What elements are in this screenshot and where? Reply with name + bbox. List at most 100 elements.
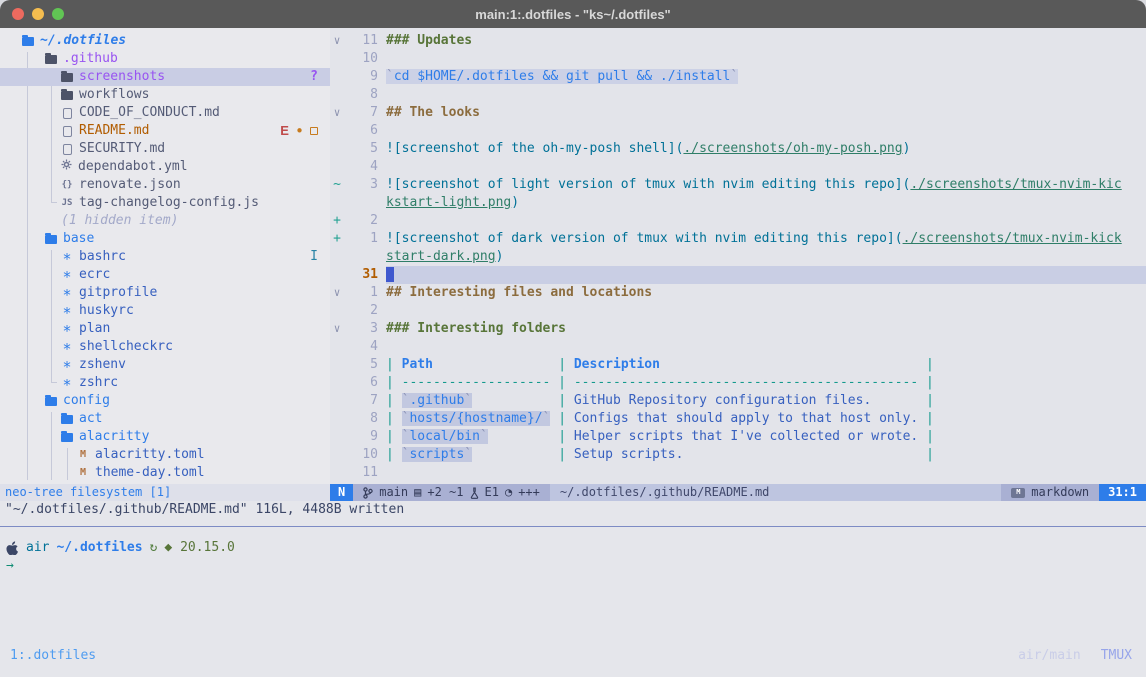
neotree-sidebar: ~/.dotfiles.githubscreenshots?workflowsC…	[0, 28, 330, 484]
tree-item-tag-changelog-config-js[interactable]: JStag-changelog-config.js	[0, 194, 330, 212]
tree-item-dependabot-yml[interactable]: dependabot.yml	[0, 158, 330, 176]
tree-item-label: alacritty.toml	[95, 446, 205, 464]
editor-line[interactable]: 31	[330, 266, 1146, 284]
tree-item-bashrc[interactable]: *bashrcI	[0, 248, 330, 266]
tree-item-config[interactable]: config	[0, 392, 330, 410]
tree-item-huskyrc[interactable]: *huskyrc	[0, 302, 330, 320]
editor-line[interactable]: 9| `local/bin` | Helper scripts that I'v…	[330, 428, 1146, 446]
folder-icon	[22, 37, 34, 46]
minimize-button[interactable]	[32, 8, 44, 20]
zoom-button[interactable]	[52, 8, 64, 20]
tmux-window-tab[interactable]: 1:.dotfiles	[10, 647, 96, 665]
gutter-fold-column	[330, 392, 344, 410]
tree-item-label: renovate.json	[79, 176, 181, 194]
gutter-fold-column	[330, 50, 344, 68]
node-version: 20.15.0	[180, 540, 235, 555]
clock-icon: ◔	[505, 484, 512, 501]
tree-item-gitprofile[interactable]: *gitprofile	[0, 284, 330, 302]
editor-line[interactable]: 8	[330, 86, 1146, 104]
tree-item-screenshots[interactable]: screenshots?	[0, 68, 330, 86]
editor-line[interactable]: ∨1## Interesting files and locations	[330, 284, 1146, 302]
close-button[interactable]	[12, 8, 24, 20]
tree-item-shellcheckrc[interactable]: *shellcheckrc	[0, 338, 330, 356]
tree-item-zshrc[interactable]: *zshrc	[0, 374, 330, 392]
fold-chevron-icon[interactable]: ∨	[330, 320, 344, 338]
tree-item--dotfiles[interactable]: ~/.dotfiles	[0, 32, 330, 50]
editor-line-text: | `hosts/{hostname}/` | Configs that sho…	[386, 410, 1146, 428]
fold-chevron-icon[interactable]: ∨	[330, 104, 344, 122]
editor-line[interactable]: 10| `scripts` | Setup scripts. |	[330, 446, 1146, 464]
tree-item--1-hidden-item-[interactable]: (1 hidden item)	[0, 212, 330, 230]
editor-line[interactable]: 8| `hosts/{hostname}/` | Configs that sh…	[330, 410, 1146, 428]
shell-pane[interactable]: air ~/.dotfiles ↻ ◆ 20.15.0 →	[0, 519, 1146, 640]
prompt-arrow[interactable]: →	[6, 557, 1146, 575]
tree-item-plan[interactable]: * plan	[0, 320, 330, 338]
tree-item-renovate-json[interactable]: {}renovate.json	[0, 176, 330, 194]
tree-item--github[interactable]: .github	[0, 50, 330, 68]
editor-line-text	[386, 464, 1146, 482]
editor-line-text: start-dark.png)	[386, 248, 1146, 266]
editor-line[interactable]: 9`cd $HOME/.dotfiles && git pull && ./in…	[330, 68, 1146, 86]
editor-line[interactable]: ∨7## The looks	[330, 104, 1146, 122]
tree-item-theme-day-toml[interactable]: Mtheme-day.toml	[0, 464, 330, 482]
text-segment: | ------------------- | ----------------…	[386, 375, 934, 390]
text-segment: |	[386, 447, 402, 462]
git-status-badge-dot: •	[295, 122, 304, 140]
tree-item-readme-md[interactable]: README.mdE•	[0, 122, 330, 140]
text-segment: local/bin	[409, 429, 479, 444]
text-segment	[488, 429, 551, 444]
text-segment	[472, 393, 550, 408]
tree-item-ecrc[interactable]: *ecrc	[0, 266, 330, 284]
line-number: 7	[344, 392, 378, 410]
editor-line[interactable]: 7| `.github` | GitHub Repository configu…	[330, 392, 1146, 410]
text-segment: |	[550, 429, 573, 444]
text-segment: cd $HOME/.dotfiles && git pull && ./inst…	[394, 69, 731, 84]
text-segment	[871, 393, 918, 408]
text-segment: GitHub Repository configuration files.	[574, 393, 871, 408]
tmux-status-bar: 1:.dotfiles air/main TMUX	[0, 640, 1146, 677]
tree-item-workflows[interactable]: workflows	[0, 86, 330, 104]
editor-line[interactable]: ∨11### Updates	[330, 32, 1146, 50]
tree-item-label: act	[79, 410, 102, 428]
line-number: 6	[344, 374, 378, 392]
text-segment	[683, 447, 918, 462]
tree-item-alacritty[interactable]: alacritty	[0, 428, 330, 446]
git-sign: +	[330, 230, 344, 248]
tree-item-security-md[interactable]: SECURITY.md	[0, 140, 330, 158]
git-status-badge-box	[310, 127, 318, 135]
editor-line[interactable]: 11	[330, 464, 1146, 482]
editor-line[interactable]: 6	[330, 122, 1146, 140]
editor-line[interactable]: ∨3### Interesting folders	[330, 320, 1146, 338]
editor-pane[interactable]: ∨11### Updates109`cd $HOME/.dotfiles && …	[330, 28, 1146, 484]
tree-item-zshenv[interactable]: *zshenv	[0, 356, 330, 374]
tmux-pane-divider[interactable]	[0, 526, 1146, 527]
editor-line[interactable]: 10	[330, 50, 1146, 68]
tree-item-label: plan	[79, 320, 110, 338]
tree-item-alacritty-toml[interactable]: Malacritty.toml	[0, 446, 330, 464]
hunks-indicator: +++	[518, 484, 540, 501]
editor-line[interactable]: +2	[330, 212, 1146, 230]
dotfile-icon: *	[61, 322, 73, 336]
editor-line[interactable]: kstart-light.png)	[330, 194, 1146, 212]
tree-item-code-of-conduct-md[interactable]: CODE_OF_CONDUCT.md	[0, 104, 330, 122]
gutter-fold-column	[330, 140, 344, 158]
editor-line[interactable]: 4	[330, 338, 1146, 356]
fold-chevron-icon[interactable]: ∨	[330, 284, 344, 302]
tree-item-base[interactable]: base	[0, 230, 330, 248]
line-number: 8	[344, 86, 378, 104]
gutter-fold-column	[330, 122, 344, 140]
editor-line[interactable]: 4	[330, 158, 1146, 176]
tree-item-act[interactable]: act	[0, 410, 330, 428]
git-sign: ~	[330, 176, 344, 194]
editor-line[interactable]: 5| Path | Description |	[330, 356, 1146, 374]
text-segment: `	[480, 429, 488, 444]
fold-chevron-icon[interactable]: ∨	[330, 32, 344, 50]
editor-line[interactable]: 2	[330, 302, 1146, 320]
editor-line[interactable]: 6 | ------------------- | ---------------…	[330, 374, 1146, 392]
gutter-fold-column	[330, 374, 344, 392]
editor-line[interactable]: start-dark.png)	[330, 248, 1146, 266]
editor-line[interactable]: 5![screenshot of the oh-my-posh shell](.…	[330, 140, 1146, 158]
editor-line[interactable]: +1![screenshot of dark version of tmux w…	[330, 230, 1146, 248]
editor-line[interactable]: ~3![screenshot of light version of tmux …	[330, 176, 1146, 194]
editor-line-text: | `scripts` | Setup scripts. |	[386, 446, 1146, 464]
